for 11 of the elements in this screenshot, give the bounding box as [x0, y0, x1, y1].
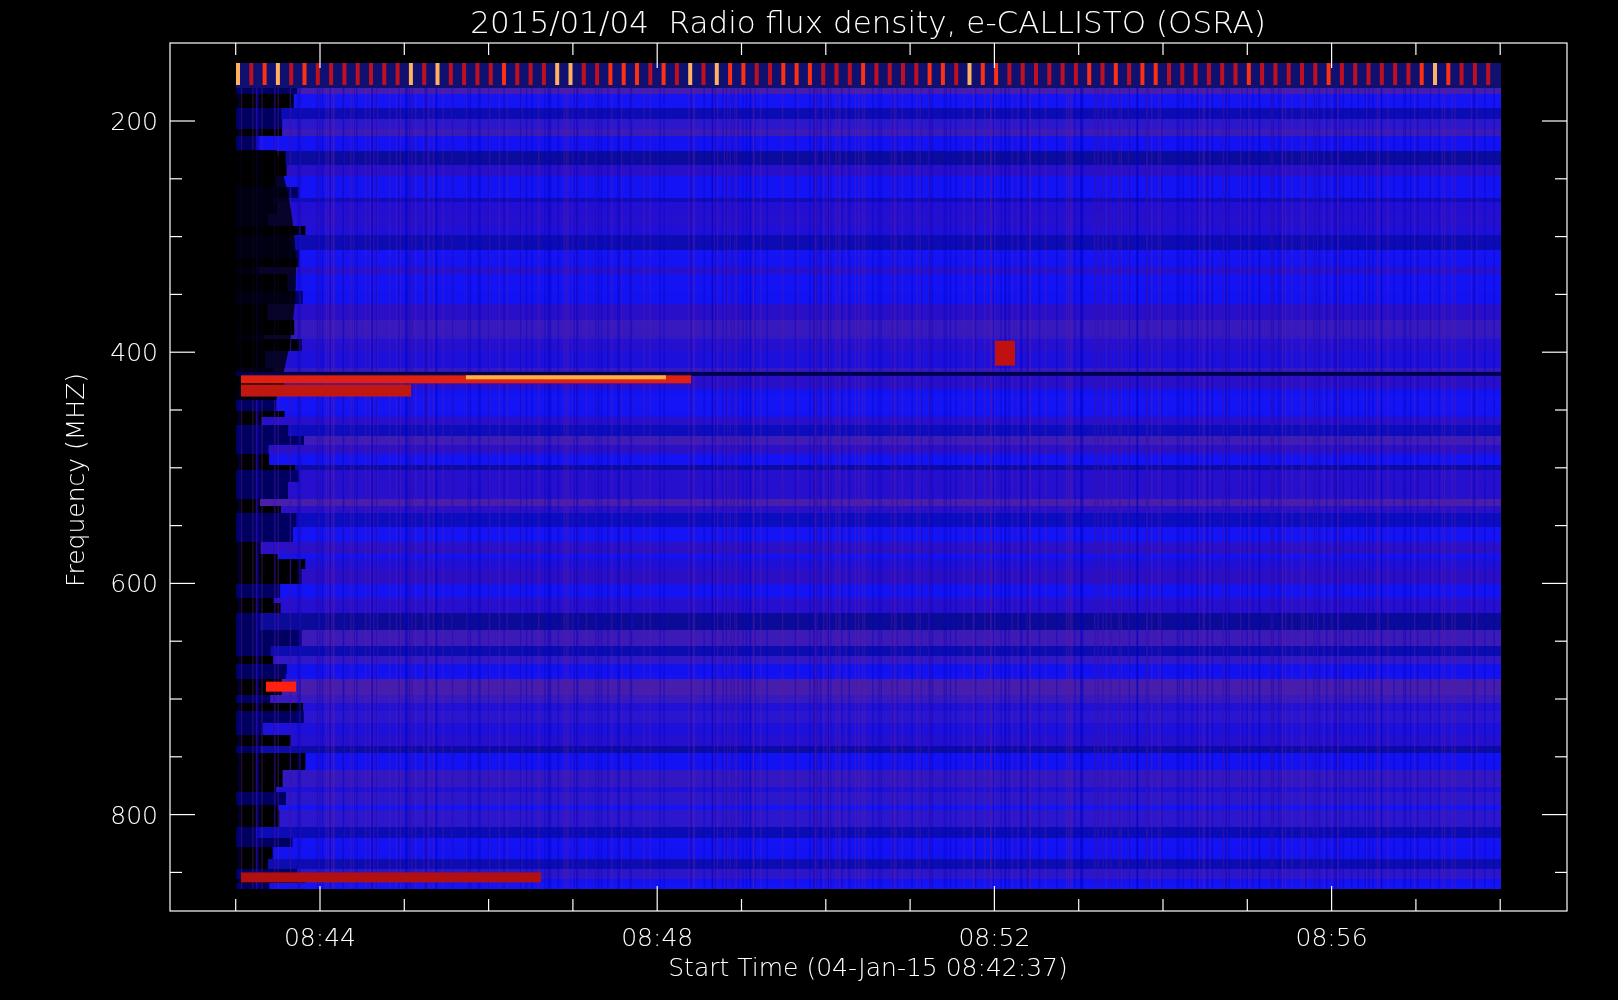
y-tick-label: 600 [110, 569, 158, 599]
chart-title: 2015/01/04 Radio flux density, e-CALLISTO (OSRA) [470, 4, 1266, 40]
y-tick-label: 200 [110, 107, 158, 136]
y-tick-label: 400 [110, 338, 158, 368]
x-tick-label: 08:52 [958, 923, 1031, 952]
y-axis-label: Frequency (MHZ) [61, 372, 90, 588]
x-tick-label: 08:48 [621, 923, 694, 952]
x-axis-label: Start Time (04-Jan-15 08:42:37) [668, 953, 1068, 982]
x-tick-label: 08:56 [1295, 923, 1368, 952]
x-tick-label: 08:44 [284, 923, 356, 952]
y-tick-label: 800 [110, 800, 158, 830]
